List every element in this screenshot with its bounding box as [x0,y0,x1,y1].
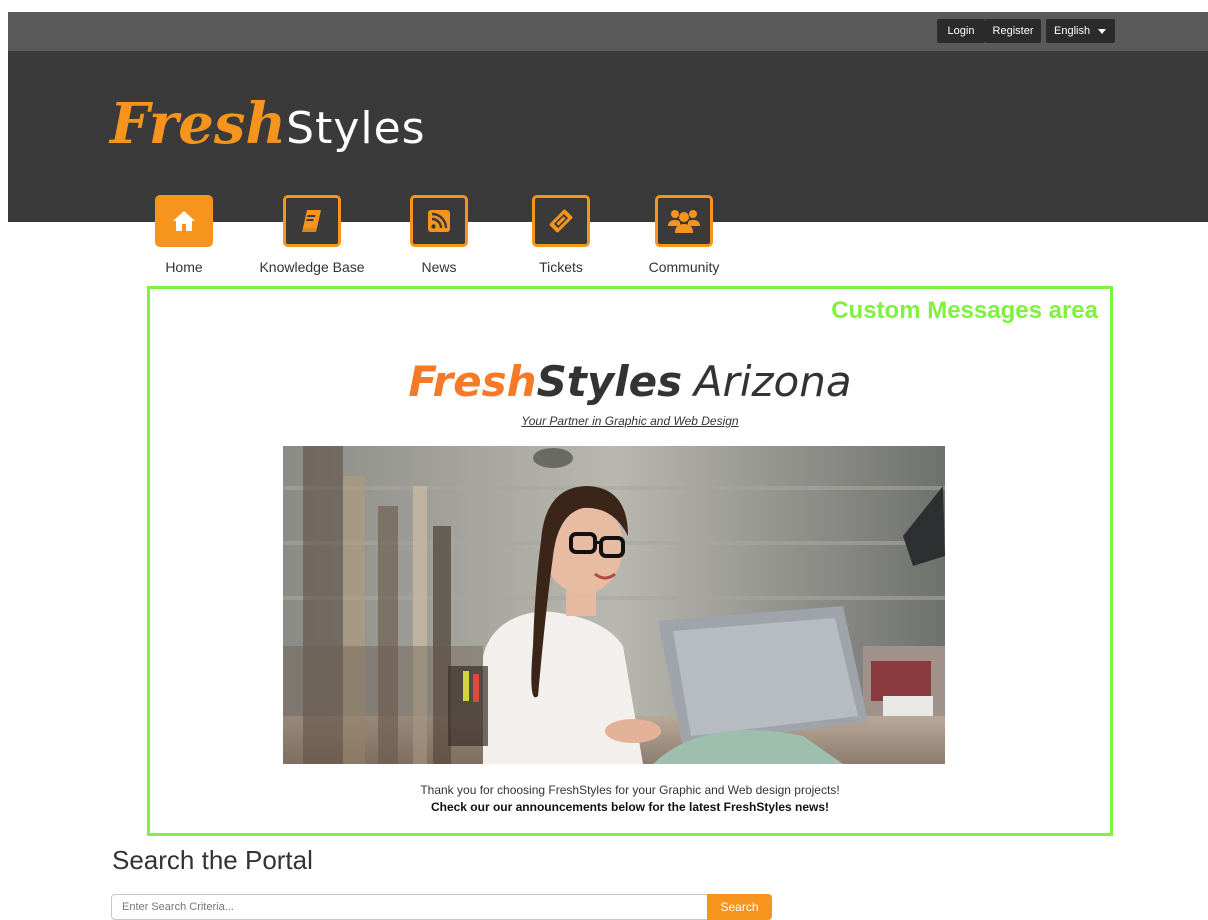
register-button[interactable]: Register [985,19,1041,43]
nav-item-news[interactable]: News [401,195,477,275]
logo-fresh-text: Fresh [110,91,287,157]
brand-styles: Styles [536,357,683,406]
brand-heading: FreshStyles Arizona [150,357,1110,406]
caret-down-icon [1098,29,1106,34]
nav-item-home[interactable]: Home [146,195,222,275]
nav-knowledge-base-tile [283,195,341,247]
nav-label-knowledge-base: Knowledge Base [259,259,365,275]
hero-photo [283,446,945,764]
nav-label-home: Home [165,259,203,275]
home-icon [173,211,195,231]
login-button[interactable]: Login [937,19,985,43]
brand-location: Arizona [693,357,852,406]
nav-news-tile [410,195,468,247]
language-select[interactable]: English [1046,19,1115,43]
brand-fresh: Fresh [408,357,537,406]
nav-tickets-tile [532,195,590,247]
book-icon [302,210,321,232]
language-selected-label: English [1054,25,1091,37]
nav-label-news: News [421,259,457,275]
nav-item-tickets[interactable]: Tickets [523,195,599,275]
nav-label-community: Community [648,259,720,275]
nav-home-tile [155,195,213,247]
brand-tagline-link[interactable]: Your Partner in Graphic and Web Design [150,414,1110,428]
nav-item-community[interactable]: Community [639,195,729,275]
top-utility-bar: Login Register English [8,12,1208,51]
nav-community-tile [655,195,713,247]
thanks-message: Thank you for choosing FreshStyles for y… [420,783,840,797]
custom-messages-label: Custom Messages area [831,297,1098,324]
site-logo[interactable]: FreshStyles [110,89,426,159]
users-icon [668,210,700,233]
ticket-icon [549,209,573,233]
hero-photo-illustration [283,446,945,764]
rss-icon [428,210,450,232]
search-input[interactable] [111,894,708,920]
nav-label-tickets: Tickets [539,259,583,275]
announcement-message: Check our our announcements below for th… [430,800,830,814]
logo-styles-text: Styles [286,103,426,154]
search-button[interactable]: Search [707,894,772,920]
search-section-title: Search the Portal [112,845,313,875]
custom-messages-area: Custom Messages area FreshStyles Arizona… [147,286,1113,836]
nav-item-knowledge-base[interactable]: Knowledge Base [252,195,372,275]
